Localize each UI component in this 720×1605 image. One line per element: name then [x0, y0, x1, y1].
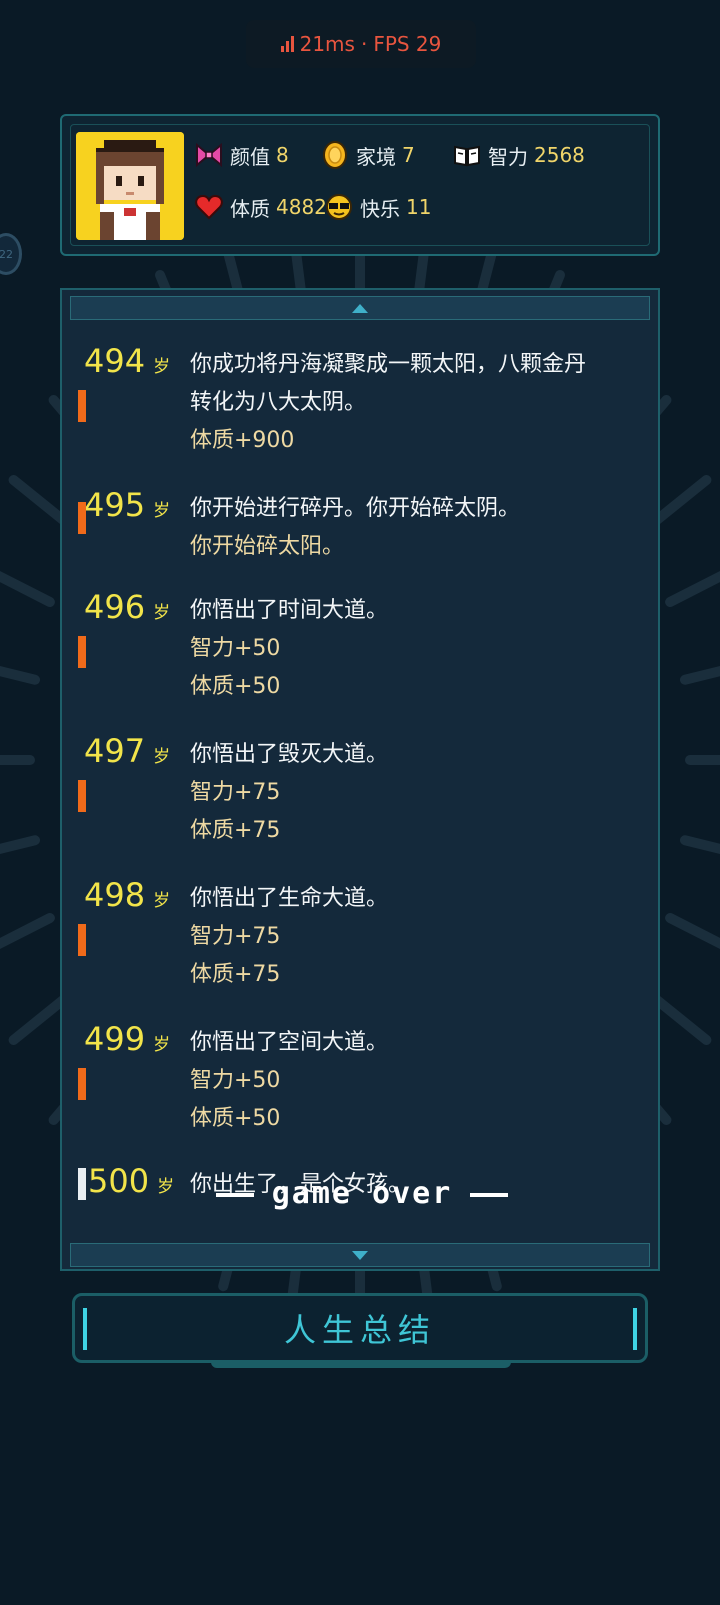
performance-overlay: 21ms · FPS 29 — [246, 20, 476, 68]
stat-appearance-name: 颜值 — [230, 144, 270, 169]
avatar — [76, 132, 184, 240]
entry-text: 你成功将丹海凝聚成一颗太阳，八颗金丹 — [190, 352, 587, 377]
entry-text: 你开始进行碎丹。你开始碎太阴。 — [190, 496, 521, 521]
entry-age: 499 岁 — [84, 1020, 171, 1058]
stat-constitution: 体质 4882 — [194, 192, 327, 222]
arrow-up-icon — [352, 303, 368, 313]
perf-separator: · — [360, 32, 368, 56]
entry-marker — [78, 502, 86, 534]
scroll-up-button[interactable] — [70, 296, 650, 320]
entry-text: 你悟出了毁灭大道。 — [190, 742, 389, 767]
entry-age: 496 岁 — [84, 588, 171, 626]
entry-text: 你悟出了生命大道。 — [190, 886, 389, 911]
stat-appearance: 颜值 8 — [194, 140, 289, 170]
entry-marker — [78, 390, 86, 422]
stat-happiness-value: 11 — [406, 195, 432, 219]
entry-effect: 智力+75 — [190, 924, 281, 949]
entry-effect: 体质+50 — [190, 674, 281, 699]
entry-age: 497 岁 — [84, 732, 171, 770]
coin-icon — [323, 141, 347, 169]
entry-marker — [78, 780, 86, 812]
stat-constitution-name: 体质 — [230, 196, 270, 221]
stat-appearance-value: 8 — [276, 143, 289, 167]
stat-constitution-value: 4882 — [276, 195, 327, 219]
stat-family-value: 7 — [402, 143, 415, 167]
fps-text: FPS 29 — [373, 32, 442, 56]
entry-text: 你悟出了时间大道。 — [190, 598, 389, 623]
stat-family: 家境 7 — [320, 140, 415, 170]
stat-intelligence-value: 2568 — [534, 143, 585, 167]
game-over-text: game over — [62, 1176, 658, 1211]
entry-age: 498 岁 — [84, 876, 171, 914]
stat-family-name: 家境 — [356, 144, 396, 169]
entry-age: 494 岁 — [84, 342, 171, 380]
entry-effect: 你开始碎太阳。 — [190, 534, 345, 559]
entry-effect: 智力+50 — [190, 636, 281, 661]
entry-effect: 智力+75 — [190, 780, 281, 805]
entry-text: 你悟出了空间大道。 — [190, 1030, 389, 1055]
sunglasses-icon — [326, 194, 352, 220]
stat-intelligence-name: 智力 — [488, 144, 528, 169]
entry-effect: 体质+75 — [190, 818, 281, 843]
heart-icon — [195, 194, 223, 220]
entry-effect: 体质+50 — [190, 1106, 281, 1131]
entry-text: 转化为八大太阴。 — [190, 390, 367, 415]
scroll-down-button[interactable] — [70, 1243, 650, 1267]
latency-text: 21ms — [299, 32, 355, 56]
book-icon — [454, 145, 480, 167]
bow-icon — [196, 142, 222, 168]
entry-age: 495 岁 — [84, 486, 171, 524]
entry-marker — [78, 1068, 86, 1100]
signal-icon — [280, 36, 294, 52]
attribute-panel: 颜值 8 家境 7 智力 2568 体质 4882 快乐 11 — [60, 114, 660, 256]
life-summary-button[interactable]: 人生总结 — [72, 1293, 648, 1368]
entry-effect: 体质+75 — [190, 962, 281, 987]
stat-happiness-name: 快乐 — [360, 196, 400, 221]
entry-marker — [78, 636, 86, 668]
arrow-down-icon — [352, 1250, 368, 1260]
entry-effect: 智力+50 — [190, 1068, 281, 1093]
life-summary-label: 人生总结 — [283, 1311, 436, 1349]
life-log-panel[interactable]: 494 岁 你成功将丹海凝聚成一颗太阳，八颗金丹 转化为八大太阴。 体质+900 … — [60, 288, 660, 1271]
stat-happiness: 快乐 11 — [324, 192, 431, 222]
entry-effect: 体质+900 — [190, 428, 295, 453]
entry-marker — [78, 924, 86, 956]
stat-intelligence: 智力 2568 — [452, 140, 585, 170]
